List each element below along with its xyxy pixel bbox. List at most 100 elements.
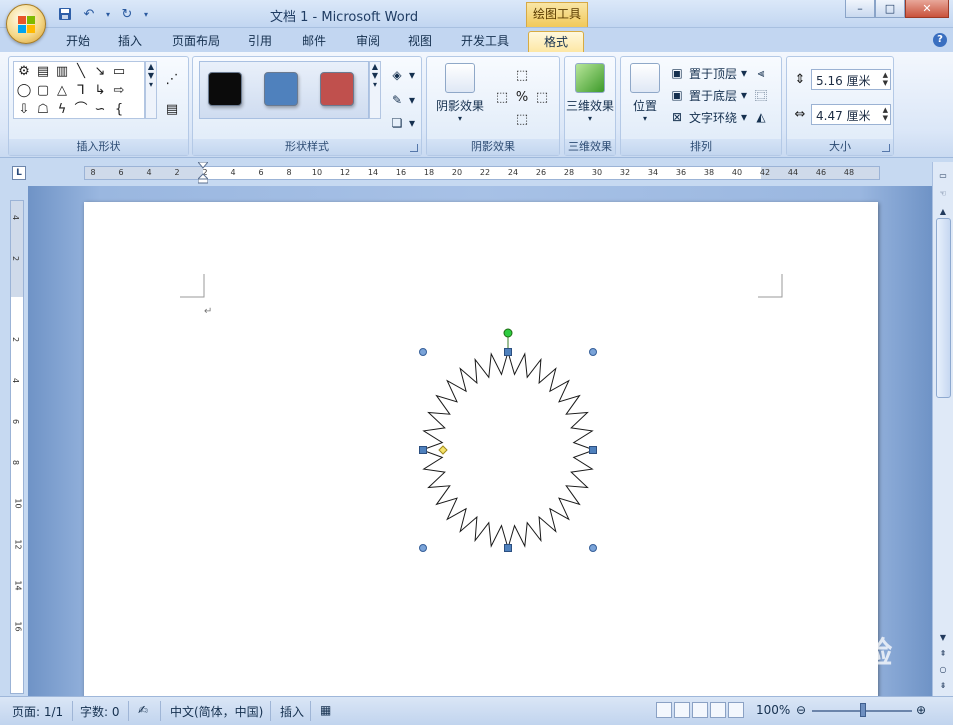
scroll-down-icon[interactable]: ▼ (935, 630, 951, 646)
tab-insert[interactable]: 插入 (110, 31, 150, 52)
scrollbar-thumb[interactable] (936, 218, 951, 398)
tab-format[interactable]: 格式 (528, 31, 584, 52)
lightning-icon[interactable]: ϟ (53, 101, 71, 119)
zoom-out-icon[interactable]: ⊖ (796, 703, 806, 717)
minimize-button[interactable]: – (845, 0, 875, 18)
shape-height-input[interactable]: 5.16 厘米 ▲ ▼ (811, 69, 891, 90)
insert-mode-status[interactable]: 插入 (280, 703, 304, 720)
curve-icon[interactable]: ∽ (91, 101, 109, 119)
position-button[interactable]: 位置 ▾ (625, 63, 665, 123)
side-resize-handle[interactable] (589, 446, 597, 454)
document-page[interactable]: ↵ (84, 202, 878, 696)
bring-to-front-button[interactable]: ▣ 置于顶层 ▾ (669, 63, 747, 83)
indent-marker-icon[interactable] (198, 162, 208, 184)
text-wrap-button[interactable]: ⊠ 文字环绕 ▾ (669, 107, 747, 127)
nudge-shadow-down-icon[interactable]: ⬚ (513, 111, 531, 129)
spin-arrows-icon[interactable]: ▲ ▼ (883, 106, 888, 122)
dialog-launcher-icon[interactable] (410, 144, 418, 152)
full-screen-reading-icon[interactable] (674, 702, 690, 718)
shape-style-black[interactable] (208, 72, 242, 106)
undo-icon[interactable]: ↶ (80, 6, 98, 22)
corner-resize-handle[interactable] (419, 348, 427, 356)
seal-star-outline[interactable] (420, 350, 596, 550)
edit-shape-icon[interactable]: ⋰ (163, 71, 181, 89)
nudge-shadow-right-icon[interactable]: ⬚ (533, 89, 551, 107)
seal-star-shape[interactable] (419, 328, 597, 552)
side-resize-handle[interactable] (419, 446, 427, 454)
tab-developer[interactable]: 开发工具 (452, 31, 518, 52)
print-layout-view-icon[interactable] (656, 702, 672, 718)
line-icon[interactable]: ╲ (72, 63, 90, 81)
redo-icon[interactable]: ↻ (118, 6, 136, 22)
split-pane-icon[interactable]: ▭ (935, 168, 951, 184)
customize-qat-icon[interactable]: ▾ (142, 6, 150, 22)
zoom-in-icon[interactable]: ⊕ (916, 703, 926, 717)
maximize-button[interactable]: □ (875, 0, 905, 18)
help-icon[interactable]: ? (933, 33, 947, 47)
arc-icon[interactable]: ⌒ (72, 101, 90, 119)
tab-references[interactable]: 引用 (240, 31, 280, 52)
arrow-line-icon[interactable]: ↘ (91, 63, 109, 81)
rotation-handle[interactable] (503, 328, 513, 338)
triangle-icon[interactable]: △ (53, 82, 71, 100)
outline-color-button[interactable]: ✎ ▾ (389, 90, 415, 110)
nudge-shadow-left-icon[interactable]: ⬚ (493, 89, 511, 107)
tab-view[interactable]: 视图 (400, 31, 440, 52)
nudge-shadow-up-icon[interactable]: ⬚ (513, 67, 531, 85)
tab-mailings[interactable]: 邮件 (294, 31, 334, 52)
zoom-slider-thumb[interactable] (860, 703, 866, 717)
shadow-toggle-icon[interactable]: % (513, 89, 531, 107)
close-button[interactable]: ✕ (905, 0, 949, 18)
shape-width-input[interactable]: 4.47 厘米 ▲ ▼ (811, 104, 891, 125)
undo-dropdown-icon[interactable]: ▾ (104, 6, 112, 22)
down-arrow-icon[interactable]: ⇩ (15, 101, 33, 119)
pan-icon[interactable]: ☜ (935, 186, 951, 202)
send-to-back-button[interactable]: ▣ 置于底层 ▾ (669, 85, 747, 105)
group-objects-button[interactable]: ⿴ (753, 85, 769, 105)
align-button[interactable]: ⫷ (753, 63, 769, 83)
elbow-connector-icon[interactable]: ⅂ (72, 82, 90, 100)
brace-icon[interactable]: { (110, 101, 128, 119)
style-gallery-scroll[interactable]: ▲ ▼ ▾ (369, 61, 381, 119)
corner-resize-handle[interactable] (589, 348, 597, 356)
corner-resize-handle[interactable] (419, 544, 427, 552)
side-resize-handle[interactable] (504, 348, 512, 356)
vertical-scrollbar[interactable]: ▭ ☜ ▲ ▼ ⇞ ○ ⇟ (932, 162, 953, 696)
spin-arrows-icon[interactable]: ▲ ▼ (883, 71, 888, 87)
corner-resize-handle[interactable] (589, 544, 597, 552)
language-status[interactable]: 中文(简体，中国) (170, 703, 263, 720)
rectangle-icon[interactable]: ▭ (110, 63, 128, 81)
zoom-level[interactable]: 100% (756, 703, 790, 717)
macro-record-icon[interactable]: ▦ (320, 703, 331, 717)
shape-style-blue[interactable] (264, 72, 298, 106)
elbow-arrow-icon[interactable]: ↳ (91, 82, 109, 100)
add-text-icon[interactable]: ▤ (163, 101, 181, 119)
outline-view-icon[interactable] (710, 702, 726, 718)
fill-color-button[interactable]: ◈ ▾ (389, 65, 415, 85)
word-count[interactable]: 字数: 0 (80, 703, 120, 720)
side-resize-handle[interactable] (504, 544, 512, 552)
gear-shape-icon[interactable]: ⚙ (15, 63, 33, 81)
rounded-rect-icon[interactable]: ▢ (34, 82, 52, 100)
textbox-icon[interactable]: ▤ (34, 63, 52, 81)
change-shape-button[interactable]: ❏ ▾ (389, 113, 415, 133)
web-layout-icon[interactable] (692, 702, 708, 718)
right-arrow-icon[interactable]: ⇨ (110, 82, 128, 100)
vertical-ruler[interactable]: 4 2 2 4 6 8 10 12 14 16 (10, 200, 24, 694)
next-page-icon[interactable]: ⇟ (935, 678, 951, 694)
shape-style-red[interactable] (320, 72, 354, 106)
browse-object-icon[interactable]: ○ (935, 662, 951, 678)
oval-icon[interactable]: ◯ (15, 82, 33, 100)
tab-page-layout[interactable]: 页面布局 (164, 31, 228, 52)
page-count[interactable]: 页面: 1/1 (12, 703, 63, 720)
3d-effects-button[interactable]: 三维效果 ▾ (565, 63, 615, 123)
office-button[interactable] (6, 4, 46, 44)
shadow-effects-button[interactable]: 阴影效果 ▾ (431, 63, 489, 123)
rotate-button[interactable]: ◭ (753, 107, 769, 127)
tab-review[interactable]: 审阅 (348, 31, 388, 52)
tab-home[interactable]: 开始 (58, 31, 98, 52)
draft-view-icon[interactable] (728, 702, 744, 718)
save-icon[interactable] (56, 6, 74, 22)
shape-gallery-scroll[interactable]: ▲ ▼ ▾ (145, 61, 157, 119)
tab-selector-button[interactable]: L (12, 166, 26, 180)
